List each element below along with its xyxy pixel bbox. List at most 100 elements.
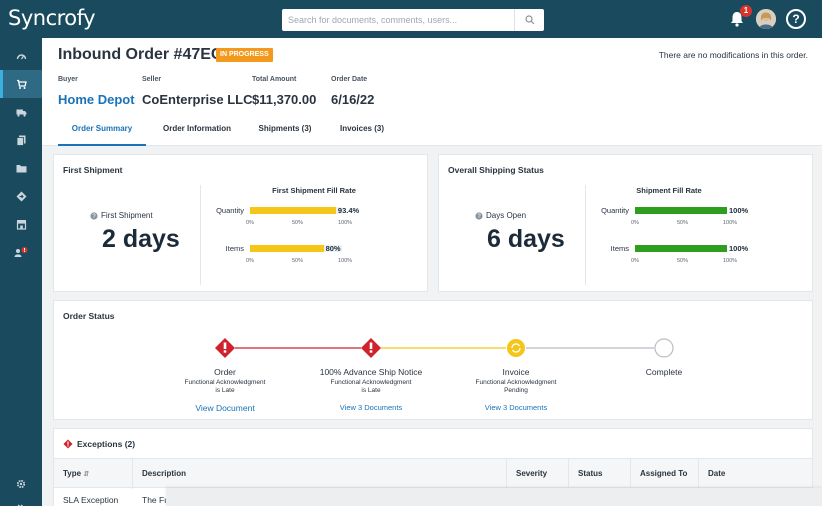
column-separator	[630, 459, 631, 489]
sort-icon: ⇵	[83, 471, 90, 478]
status-badge: IN PROGRESS	[216, 48, 273, 62]
exceptions-table-header: Type ⇵ Description Severity Status Assig…	[54, 458, 812, 489]
fill-bar-value: 93.4%	[337, 206, 360, 215]
help-icon[interactable]: ?	[90, 211, 98, 220]
fill-rate-title: Shipment Fill Rate	[636, 186, 702, 195]
order-header: Inbound Order #47EC28 IN PROGRESS There …	[42, 38, 822, 146]
column-header-status[interactable]: Status	[578, 469, 602, 478]
sidebar-item-shipping[interactable]	[0, 182, 42, 210]
fill-bar-tick: 100%	[723, 220, 738, 226]
fill-bar-tick: 100%	[338, 220, 353, 226]
folder-icon	[16, 164, 26, 172]
status-step-label: Invoice	[502, 367, 530, 377]
fill-bar-tick: 50%	[677, 258, 689, 264]
dashboard-icon	[16, 53, 26, 59]
view-documents-link[interactable]: View Document	[155, 403, 295, 413]
top-bar: Syncrofy 1 ?	[0, 0, 822, 38]
column-header-assigned-to[interactable]: Assigned To	[640, 469, 687, 478]
status-step-detail: Pending	[504, 387, 528, 394]
order-date-value: 6/16/22	[331, 92, 375, 107]
card-divider	[585, 185, 586, 285]
syncrofy-logo[interactable]: Syncrofy	[8, 6, 96, 30]
status-step-detail: Functional Acknowledgment	[330, 379, 412, 386]
sidebar-item-folders[interactable]	[0, 154, 42, 182]
fill-bar-tick: 0%	[246, 258, 254, 264]
card-title: First Shipment	[63, 165, 123, 175]
sidebar-item-shipments[interactable]	[0, 98, 42, 126]
order-date-label: Order Date	[331, 76, 368, 83]
metric-label: First Shipment	[101, 211, 153, 220]
global-search	[282, 9, 544, 31]
fill-bar-track	[250, 207, 342, 214]
seller-label: Seller	[142, 76, 162, 83]
column-header-description[interactable]: Description	[142, 469, 186, 478]
sidebar-item-partners[interactable]	[0, 210, 42, 238]
column-separator	[506, 459, 507, 489]
status-step-label: Complete	[645, 367, 683, 377]
fill-bar-tick: 0%	[631, 258, 639, 264]
card-divider	[200, 185, 201, 285]
status-step-detail: Functional Acknowledgment	[475, 379, 557, 386]
sidebar-item-documents[interactable]	[0, 126, 42, 154]
fill-bar-tick: 0%	[246, 220, 254, 226]
tab-order-summary[interactable]: Order Summary	[58, 124, 146, 146]
fill-bar-tick: 0%	[631, 220, 639, 226]
view-documents-link[interactable]: View 3 Documents	[301, 403, 441, 412]
fill-bar-value: 80%	[325, 244, 341, 253]
column-separator	[568, 459, 569, 489]
column-header-severity[interactable]: Severity	[516, 469, 547, 478]
alerts-icon	[14, 247, 28, 257]
total-amount-value: $11,370.00	[252, 92, 317, 107]
fill-bar-tick: 100%	[338, 258, 353, 264]
column-header-date[interactable]: Date	[708, 469, 725, 478]
status-step-detail: Functional Acknowledgment	[184, 379, 266, 386]
documents-icon	[16, 135, 25, 146]
cart-icon	[16, 79, 27, 89]
error-icon	[361, 338, 381, 358]
search-input[interactable]	[282, 9, 510, 31]
settings-icon	[16, 479, 26, 489]
view-documents-link[interactable]: View 3 Documents	[446, 403, 586, 412]
fill-bar	[635, 245, 727, 252]
metric-label: Days Open	[486, 211, 527, 220]
first-shipment-label: ? First Shipment	[90, 211, 153, 220]
sidebar-item-orders[interactable]	[0, 70, 42, 98]
user-avatar[interactable]	[756, 9, 776, 29]
first-shipment-value: 2 days	[102, 225, 180, 253]
fill-bar-tick: 50%	[292, 258, 304, 264]
search-icon	[524, 15, 534, 25]
tab-shipments[interactable]: Shipments (3)	[248, 124, 322, 146]
help-icon[interactable]: ?	[475, 211, 483, 220]
overall-shipping-card: Overall Shipping Status ? Days Open 6 da…	[438, 154, 813, 292]
sidebar-item-alerts[interactable]	[0, 238, 42, 266]
tab-order-information[interactable]: Order Information	[152, 124, 242, 146]
fill-bar-label: Items	[225, 244, 244, 253]
error-icon	[63, 439, 73, 449]
fill-bar-tick: 50%	[677, 220, 689, 226]
sidebar	[0, 38, 42, 506]
shipment-icon	[16, 191, 26, 201]
status-connectors	[215, 338, 674, 358]
notification-count-badge: 1	[740, 5, 752, 17]
column-header-type[interactable]: Type ⇵	[63, 469, 89, 478]
order-status-card: Order Status Order Functional Acknowledgm…	[53, 300, 813, 420]
fill-bar-label: Quantity	[216, 206, 244, 215]
buyer-label: Buyer	[58, 76, 78, 83]
pending-icon	[507, 339, 525, 357]
status-step-subtext: Functional Acknowledgment Pending	[446, 379, 586, 395]
fill-rate-title: First Shipment Fill Rate	[272, 186, 356, 195]
buyer-link[interactable]: Home Depot	[58, 92, 135, 107]
truck-icon	[16, 109, 26, 117]
sidebar-item-dashboard[interactable]	[0, 42, 42, 70]
help-button[interactable]: ?	[786, 9, 806, 29]
first-shipment-card: First Shipment ? First Shipment 2 days F…	[53, 154, 428, 292]
column-separator	[698, 459, 699, 489]
complete-step-icon	[654, 338, 674, 358]
fill-bar-track	[635, 245, 727, 252]
tab-invoices[interactable]: Invoices (3)	[328, 124, 396, 146]
status-step-subtext: Functional Acknowledgment is Late	[155, 379, 295, 395]
sidebar-item-collapse[interactable]	[0, 494, 42, 506]
fill-bar	[250, 207, 336, 214]
status-step-detail: is Late	[215, 387, 235, 394]
search-button[interactable]	[514, 9, 544, 31]
